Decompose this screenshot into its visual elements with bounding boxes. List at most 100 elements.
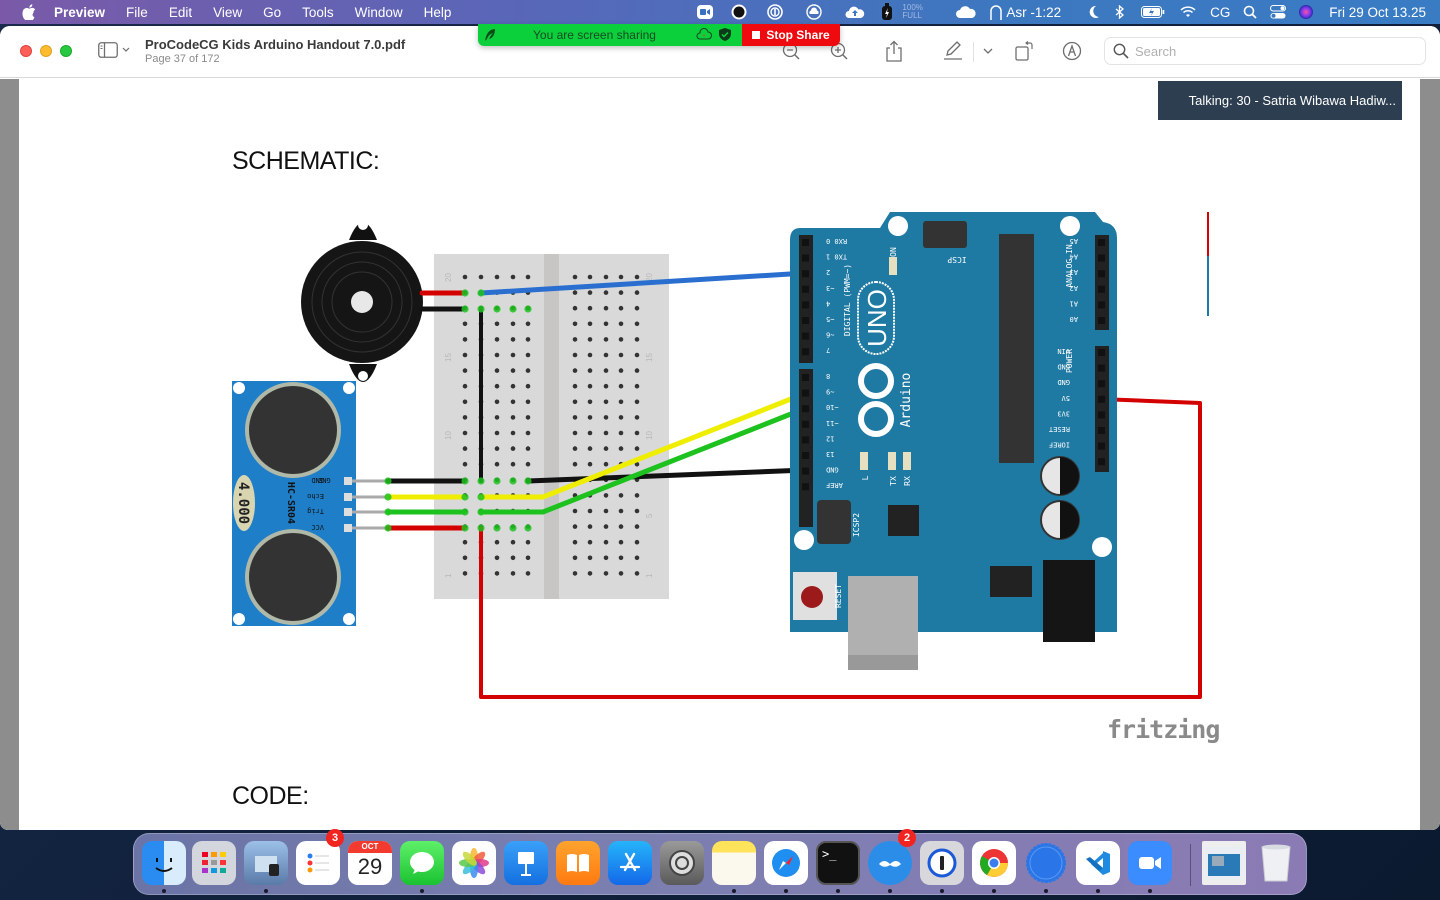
wire-endpoint <box>477 524 485 532</box>
dock-terminal[interactable]: >_ <box>816 841 860 885</box>
share-icon[interactable] <box>883 40 905 62</box>
zoom-icon[interactable] <box>688 0 722 24</box>
moon-icon[interactable] <box>1081 0 1107 24</box>
dock-reminders[interactable] <box>296 841 340 885</box>
power-pin <box>1098 395 1105 403</box>
dock-zoom[interactable] <box>1128 841 1172 885</box>
menu-window[interactable]: Window <box>355 5 403 20</box>
close-button[interactable] <box>20 45 32 57</box>
breadboard-hole <box>572 337 578 342</box>
minimize-button[interactable] <box>40 45 52 57</box>
breadboard-hole <box>572 352 578 358</box>
running-indicator <box>888 889 892 893</box>
bluetooth-icon[interactable] <box>1107 0 1133 24</box>
breadboard-hole <box>494 539 500 545</box>
sidebar-toggle-button[interactable] <box>98 42 130 58</box>
dock-chrome[interactable] <box>972 841 1016 885</box>
wire-endpoint <box>477 289 485 297</box>
dock-trash[interactable] <box>1254 841 1298 885</box>
breadboard-hole <box>572 399 578 405</box>
siri-icon[interactable] <box>1293 0 1319 24</box>
ultrasonic-sensor: 4.000 HC-SR04 GND GNDEchoTrigVCC <box>232 381 388 626</box>
cloud-upload-icon[interactable] <box>834 0 876 24</box>
dock-tweetbot[interactable] <box>868 841 912 885</box>
power-header-label: POWER <box>1065 349 1074 373</box>
wire-endpoint <box>477 477 485 485</box>
menu-edit[interactable]: Edit <box>169 5 192 20</box>
digital-pin-label: ~9 <box>826 388 834 396</box>
search-input[interactable] <box>1135 43 1395 59</box>
annotate-icon[interactable] <box>1061 40 1083 62</box>
breadboard-hole <box>634 337 640 342</box>
wire-endpoint <box>477 305 485 313</box>
breadboard-hole <box>510 383 516 389</box>
dock-notes[interactable] <box>712 841 756 885</box>
breadboard-hole <box>494 461 500 467</box>
control-center-icon[interactable] <box>1263 0 1293 24</box>
onepassword-icon[interactable] <box>756 0 794 24</box>
dock-safari[interactable] <box>764 841 808 885</box>
cloud-icon[interactable] <box>946 0 986 24</box>
breadboard-hole <box>634 352 640 358</box>
power-pin <box>1098 458 1105 466</box>
breadboard-hole <box>634 368 640 373</box>
breadboard-hole <box>618 368 624 373</box>
dock-keynote[interactable] <box>504 841 548 885</box>
fullscreen-button[interactable] <box>60 45 72 57</box>
dock-minimized-window[interactable] <box>1202 841 1246 885</box>
cloud-record-icon[interactable] <box>696 27 713 43</box>
dock-photos[interactable] <box>452 841 496 885</box>
breadboard-hole <box>618 290 624 295</box>
shield-check-icon[interactable] <box>719 28 731 44</box>
dock-app-store[interactable] <box>608 841 652 885</box>
clock[interactable]: Fri 29 Oct 13.25 <box>1329 0 1426 24</box>
reminders-badge: 3 <box>326 829 344 847</box>
dock-1password[interactable] <box>920 841 964 885</box>
markup-pen-icon[interactable] <box>942 40 964 62</box>
digital-pin <box>802 270 809 278</box>
menu-app-name[interactable]: Preview <box>54 5 105 20</box>
battery-charging-icon[interactable] <box>1133 0 1173 24</box>
dock-messages[interactable] <box>400 841 444 885</box>
search-field[interactable] <box>1104 37 1426 65</box>
rotate-icon[interactable] <box>1013 40 1035 62</box>
power-pin-label: 3V3 <box>1057 409 1070 417</box>
document-viewer[interactable]: SCHEMATIC: 20 15 10 1 20 15 10 5 1 4.000… <box>0 79 1440 830</box>
running-indicator <box>1148 889 1152 893</box>
stop-share-button[interactable]: Stop Share <box>742 24 840 46</box>
breadboard-hole <box>462 446 468 451</box>
pdf-page: SCHEMATIC: 20 15 10 1 20 15 10 5 1 4.000… <box>19 79 1420 830</box>
markup-options-chevron-icon[interactable] <box>977 40 999 62</box>
digital-pin <box>802 348 809 356</box>
prayer-time[interactable]: Asr -1:22 <box>1006 0 1061 24</box>
dock-system-preferences[interactable] <box>660 841 704 885</box>
breadboard-hole <box>634 290 640 295</box>
cloud-upload-circle-icon[interactable] <box>794 0 834 24</box>
dock-calendar[interactable]: OCT 29 <box>348 841 392 885</box>
menu-help[interactable]: Help <box>424 5 452 20</box>
dock-books[interactable] <box>556 841 600 885</box>
menu-view[interactable]: View <box>213 5 242 20</box>
breadboard-hole <box>587 290 593 295</box>
apple-menu-icon[interactable] <box>18 4 40 20</box>
mosque-icon[interactable] <box>986 0 1006 24</box>
dock-vscode[interactable] <box>1076 841 1120 885</box>
menu-tools[interactable]: Tools <box>302 5 334 20</box>
breadboard-hole <box>603 383 609 389</box>
user-initials[interactable]: CG <box>1203 0 1237 24</box>
dock-preview[interactable] <box>244 841 288 885</box>
dock-launchpad[interactable] <box>192 841 236 885</box>
wire-endpoint <box>493 524 501 532</box>
breadboard-hole <box>572 571 578 576</box>
menu-file[interactable]: File <box>126 5 148 20</box>
chevron-down-icon <box>122 47 130 52</box>
speech-bubble-icon[interactable] <box>722 0 756 24</box>
dock-finder[interactable] <box>142 841 186 885</box>
battery-bolt-icon[interactable] <box>876 0 898 24</box>
search-icon[interactable] <box>1237 0 1263 24</box>
menu-go[interactable]: Go <box>263 5 281 20</box>
wifi-icon[interactable] <box>1173 0 1203 24</box>
breadboard-hole <box>525 446 531 451</box>
breadboard-hole <box>572 321 578 327</box>
dock-signal[interactable] <box>1024 841 1068 885</box>
